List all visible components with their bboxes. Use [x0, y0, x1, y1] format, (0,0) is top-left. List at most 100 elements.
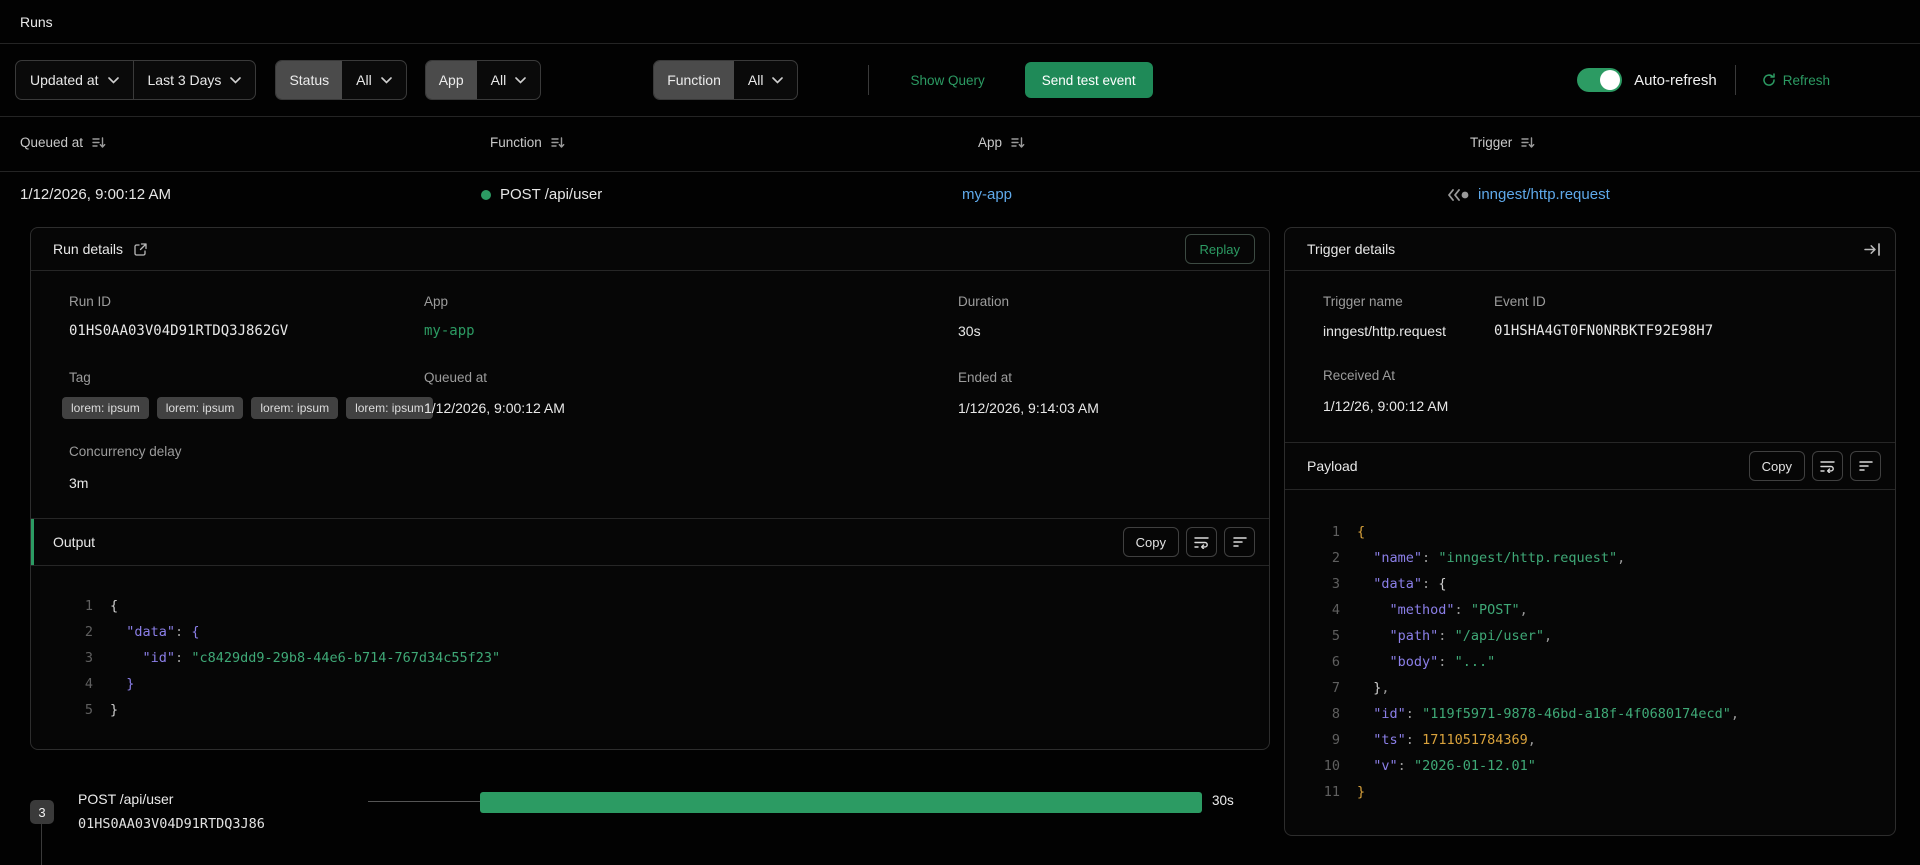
timeline-gantt-leader [368, 801, 480, 802]
step-count-badge[interactable]: 3 [30, 800, 54, 824]
panel-collapse-icon[interactable] [1864, 242, 1881, 257]
timeline-run-id: 01HS0AA03V04D91RTDQ3J86 [78, 816, 265, 832]
code-line: 3 "data": { [1331, 576, 1447, 592]
function-filter-dropdown[interactable]: All [734, 61, 798, 99]
refresh-button[interactable]: Refresh [1762, 73, 1830, 88]
function-filter-group: Function All [653, 60, 799, 100]
chevron-down-icon [515, 76, 526, 84]
sort-icon [1521, 137, 1535, 148]
table-row[interactable]: 1/12/2026, 9:00:12 AM POST /api/user my-… [0, 172, 1920, 220]
queued-at-value: 1/12/2026, 9:00:12 AM [424, 400, 565, 416]
status-filter-label: Status [276, 61, 343, 99]
app-filter-label: App [425, 61, 477, 99]
code-line: 5} [84, 702, 119, 718]
toolbar-divider [1734, 65, 1736, 95]
status-filter-group: Status All [275, 60, 407, 100]
run-function-name: POST /api/user [500, 186, 603, 203]
trigger-name-value: inngest/http.request [1323, 323, 1446, 339]
status-filter-dropdown[interactable]: All [342, 61, 406, 99]
run-trigger-cell: inngest/http.request [1448, 186, 1610, 203]
payload-title: Payload [1307, 458, 1358, 474]
toolbar-divider [868, 65, 870, 95]
filter-toolbar: Updated at Last 3 Days Status All App Al… [0, 44, 1920, 117]
external-link-icon[interactable] [133, 242, 148, 257]
copy-output-button[interactable]: Copy [1122, 527, 1179, 557]
word-wrap-icon[interactable] [1186, 527, 1217, 557]
event-trigger-icon [1448, 188, 1469, 201]
tag-label: Tag [69, 370, 91, 385]
received-at-value: 1/12/26, 9:00:12 AM [1323, 398, 1449, 414]
auto-refresh-toggle[interactable] [1577, 68, 1623, 92]
run-details-header: Run details Replay [31, 228, 1269, 271]
duration-label: Duration [958, 294, 1010, 309]
top-header: Runs [0, 0, 1920, 44]
copy-payload-button[interactable]: Copy [1748, 451, 1805, 481]
payload-section-header: Payload Copy [1285, 442, 1895, 490]
show-query-button[interactable]: Show Query [910, 73, 984, 88]
format-align-icon[interactable] [1850, 451, 1881, 481]
timeline-duration-bar[interactable] [480, 792, 1202, 813]
output-code: 1{ 2 "data": { 3 "id": "c8429dd9-29b8-44e6… [67, 593, 500, 723]
auto-refresh-label: Auto-refresh [1634, 71, 1717, 89]
runs-table-header: Queued at Function App Trigger [0, 117, 1920, 172]
run-details-title: Run details [53, 241, 124, 257]
timeline-function-name: POST /api/user [78, 791, 174, 807]
app-filter-dropdown[interactable]: All [477, 61, 541, 99]
output-section-header: Output Copy [31, 518, 1269, 566]
function-filter-value: All [747, 72, 764, 88]
timeline-duration-label: 30s [1212, 793, 1234, 808]
sort-icon [1011, 137, 1025, 148]
run-id-value: 01HS0AA03V04D91RTDQ3J862GV [69, 323, 289, 339]
payload-code: 1{2 "name": "inngest/http.request", 3 "da… [1314, 519, 1739, 805]
sort-icon [551, 137, 565, 148]
run-id-label: Run ID [69, 294, 112, 309]
code-line: 4 } [84, 676, 135, 692]
code-line: 4 "method": "POST", [1331, 602, 1528, 618]
run-app-link[interactable]: my-app [962, 186, 1012, 203]
refresh-label: Refresh [1782, 72, 1830, 88]
chevron-down-icon [107, 76, 119, 84]
send-test-event-button[interactable]: Send test event [1024, 62, 1153, 98]
ended-at-label: Ended at [958, 370, 1013, 385]
run-details-panel: Run details Replay Run ID 01HS0AA03V04D9… [30, 227, 1270, 750]
replay-button[interactable]: Replay [1184, 234, 1255, 264]
trigger-name-label: Trigger name [1323, 294, 1403, 309]
trigger-details-title: Trigger details [1307, 241, 1396, 257]
code-line: 2 "data": { [84, 624, 200, 640]
column-header-app[interactable]: App [978, 135, 1025, 150]
tag-chip: lorem: ipsum [62, 397, 149, 419]
code-line: 11} [1323, 784, 1366, 800]
toggle-knob [1600, 70, 1621, 90]
code-line: 2 "name": "inngest/http.request", [1331, 550, 1626, 566]
column-header-queued-at[interactable]: Queued at [20, 135, 106, 150]
code-line: 9 "ts": 1711051784369, [1331, 732, 1536, 748]
run-trigger-link[interactable]: inngest/http.request [1478, 186, 1610, 203]
run-queued-at: 1/12/2026, 9:00:12 AM [20, 186, 171, 203]
column-header-trigger[interactable]: Trigger [1470, 135, 1535, 150]
received-at-label: Received At [1323, 368, 1396, 383]
time-range-dropdown[interactable]: Last 3 Days [132, 61, 256, 99]
timeline-connector-line [41, 824, 42, 865]
sort-field-value: Updated at [30, 72, 99, 88]
tag-chip: lorem: ipsum [251, 397, 339, 419]
code-line: 1{ [84, 598, 119, 614]
status-dot-completed [481, 189, 491, 200]
format-align-icon[interactable] [1224, 527, 1255, 557]
app-value-link[interactable]: my-app [424, 323, 475, 339]
time-range-value: Last 3 Days [147, 72, 222, 88]
code-line: 5 "path": "/api/user", [1331, 628, 1553, 644]
status-filter-value: All [356, 72, 372, 88]
concurrency-delay-value: 3m [69, 475, 89, 491]
event-id-label: Event ID [1494, 294, 1546, 309]
column-header-function[interactable]: Function [490, 135, 565, 150]
duration-value: 30s [958, 323, 981, 339]
ended-at-value: 1/12/2026, 9:14:03 AM [958, 400, 1099, 416]
word-wrap-icon[interactable] [1812, 451, 1843, 481]
concurrency-delay-label: Concurrency delay [69, 444, 182, 459]
app-label: App [424, 294, 449, 309]
tag-chip-list: lorem: ipsum lorem: ipsum lorem: ipsum l… [62, 397, 433, 419]
sort-icon [92, 137, 106, 148]
refresh-icon [1763, 73, 1775, 86]
sort-field-dropdown[interactable]: Updated at [16, 61, 132, 99]
code-line: 3 "id": "c8429dd9-29b8-44e6-b714-767d34c… [84, 650, 501, 666]
